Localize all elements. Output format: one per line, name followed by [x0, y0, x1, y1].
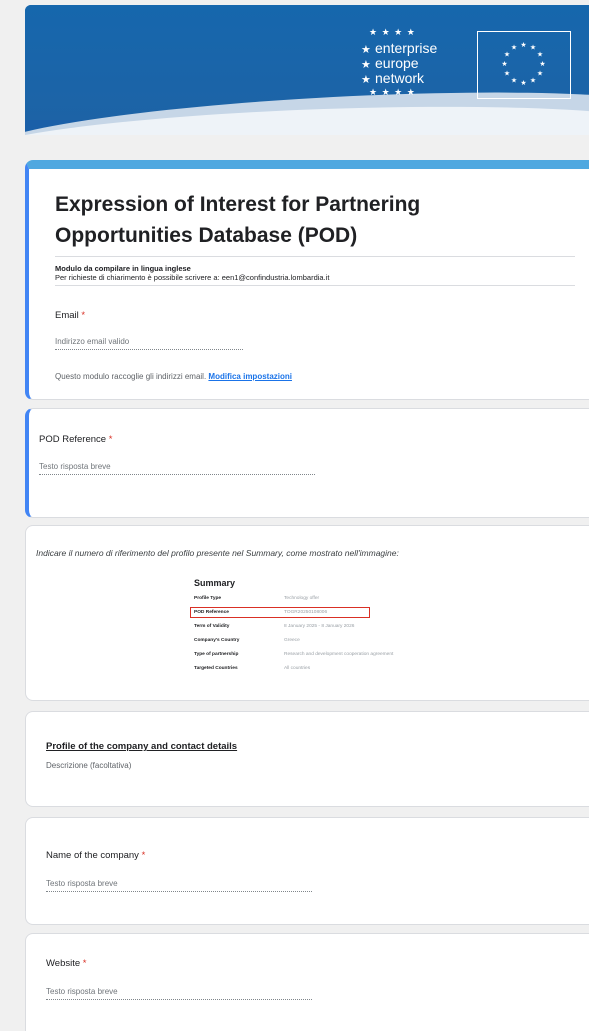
instruction-card: Indicare il numero di riferimento del pr… [25, 525, 589, 701]
company-name-input[interactable]: Testo risposta breve [46, 878, 312, 892]
svg-text:★: ★ [530, 77, 536, 85]
website-label-text: Website [46, 958, 81, 969]
pod-reference-label: POD Reference * [39, 434, 112, 445]
summary-title: Summary [194, 578, 236, 588]
required-mark: * [82, 958, 87, 969]
svg-text:★: ★ [537, 70, 543, 78]
form-header-card: Expression of Interest for Partnering Op… [25, 160, 589, 400]
summary-key: Profile Type [194, 596, 222, 601]
eu-flag-icon: ★ ★ ★ ★ ★ ★ ★ ★ ★ ★ ★ ★ [477, 31, 571, 99]
form-description-line: Per richieste di chiarimento è possibile… [55, 273, 330, 282]
email-question-label: Email * [55, 310, 85, 321]
pod-reference-label-text: POD Reference [39, 434, 107, 445]
summary-value: 8 January 2025 - 8 January 2026 [284, 624, 355, 629]
settings-link[interactable]: Modifica impostazioni [208, 372, 292, 381]
summary-row: Targeted Countries All countries [194, 666, 434, 678]
header-banner: ★ ★ ★ ★ ★ enterprise ★ europe ★ network … [25, 5, 589, 135]
svg-text:★: ★ [501, 60, 507, 68]
logo-star-icon: ★ [361, 44, 371, 56]
svg-text:★: ★ [539, 60, 545, 68]
logo-star-icon: ★ [361, 59, 371, 71]
question-card-website: Website * Testo risposta breve [25, 933, 589, 1031]
summary-row: Type of partnership Research and develop… [194, 652, 434, 664]
required-mark: * [108, 434, 113, 445]
note-text: Questo modulo raccoglie gli indirizzi em… [55, 372, 207, 381]
svg-text:★: ★ [511, 77, 517, 85]
email-collection-note: Questo modulo raccoglie gli indirizzi em… [55, 372, 292, 381]
logo-stars-icon: ★ ★ ★ ★ [369, 87, 416, 97]
website-label: Website * [46, 958, 87, 969]
summary-row-highlighted: POD Reference TOGR20250108006 [190, 607, 434, 622]
question-card-pod-reference: POD Reference * Testo risposta breve [25, 408, 589, 518]
summary-key: Type of partnership [194, 652, 239, 657]
required-mark: * [81, 310, 86, 321]
company-name-label-text: Name of the company [46, 850, 139, 861]
company-name-label: Name of the company * [46, 850, 145, 861]
logo-stars-icon: ★ ★ ★ ★ [369, 27, 416, 37]
section-description: Descrizione (facoltativa) [46, 761, 132, 770]
section-header-card: Profile of the company and contact detai… [25, 711, 589, 807]
summary-image: Summary Profile Type Technology offer PO… [190, 578, 434, 688]
form-title: Expression of Interest for Partnering Op… [55, 193, 421, 247]
logo-star-icon: ★ [361, 74, 371, 86]
logo-line: europe [375, 55, 419, 71]
section-title: Profile of the company and contact detai… [46, 741, 238, 752]
svg-text:★: ★ [511, 44, 517, 52]
summary-key: Term of Validity [194, 624, 230, 629]
logo-line: enterprise [375, 40, 438, 56]
summary-value: Research and development cooperation agr… [284, 652, 394, 657]
summary-value: Greece [284, 638, 300, 643]
svg-text:★: ★ [520, 41, 526, 49]
svg-text:★: ★ [537, 51, 543, 59]
divider [55, 285, 575, 286]
svg-text:★: ★ [530, 44, 536, 52]
form-description-line: Modulo da compilare in lingua inglese [55, 264, 191, 273]
instruction-text: Indicare il numero di riferimento del pr… [36, 548, 399, 558]
pod-reference-input[interactable]: Testo risposta breve [39, 461, 315, 475]
summary-value: All countries [284, 666, 311, 671]
question-card-company-name: Name of the company * Testo risposta bre… [25, 817, 589, 925]
email-input[interactable]: Indirizzo email valido [55, 336, 243, 350]
summary-key: Company's Country [194, 638, 240, 643]
summary-value: Technology offer [284, 596, 320, 601]
form-page: ★ ★ ★ ★ ★ enterprise ★ europe ★ network … [25, 5, 589, 1031]
summary-row: Term of Validity 8 January 2025 - 8 Janu… [194, 624, 434, 636]
summary-value: TOGR20250108006 [284, 610, 328, 615]
svg-text:★: ★ [520, 79, 526, 87]
svg-text:★: ★ [504, 70, 510, 78]
summary-key: Targeted Countries [194, 666, 238, 671]
summary-key: POD Reference [194, 610, 229, 615]
summary-row: Company's Country Greece [194, 638, 434, 650]
email-label-text: Email [55, 310, 79, 321]
logo-line: network [375, 70, 425, 86]
een-logo: ★ ★ ★ ★ ★ enterprise ★ europe ★ network … [357, 27, 467, 107]
svg-text:★: ★ [504, 51, 510, 59]
required-mark: * [141, 850, 146, 861]
website-input[interactable]: Testo risposta breve [46, 986, 312, 1000]
divider [55, 256, 575, 257]
